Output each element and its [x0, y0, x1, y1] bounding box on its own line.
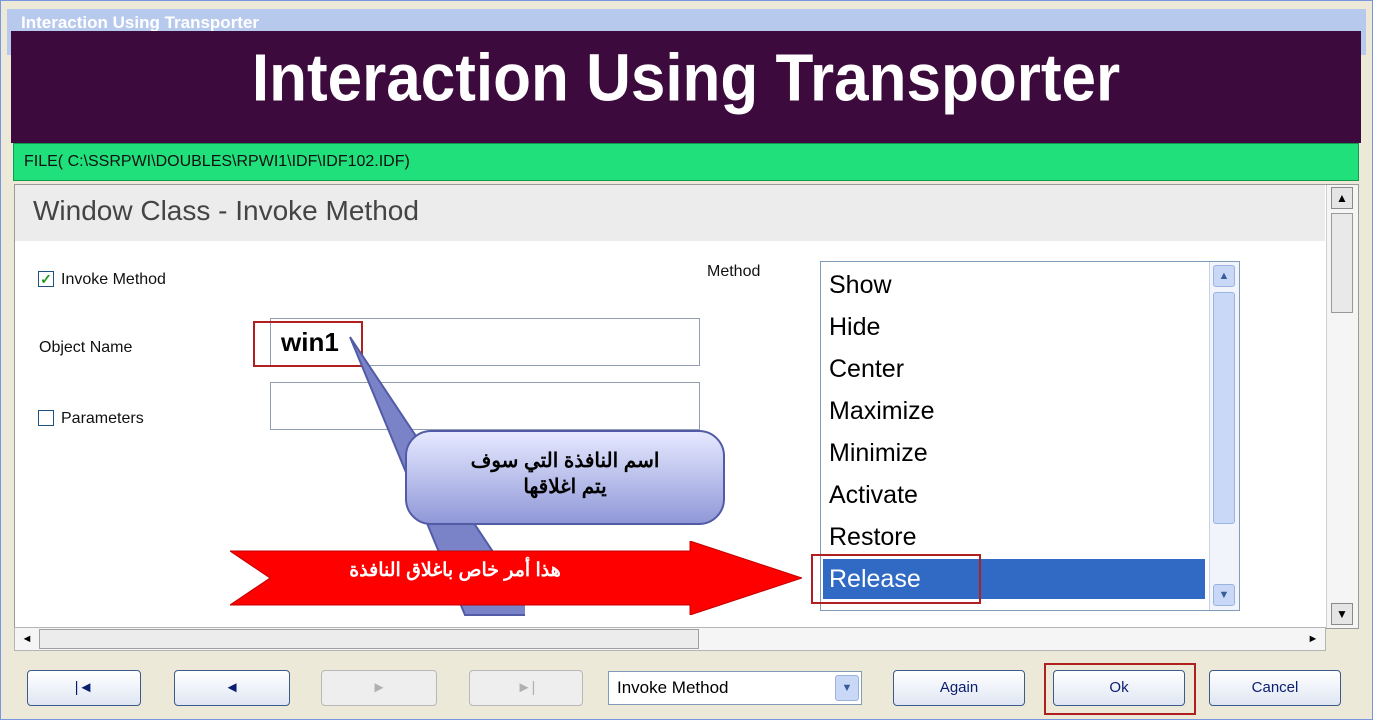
method-option-activate[interactable]: Activate [823, 475, 1205, 515]
parameters-label: Parameters [61, 410, 144, 427]
method-option-center[interactable]: Center [823, 349, 1205, 389]
method-label: Method [707, 263, 761, 280]
scroll-down-icon[interactable]: ▼ [1331, 603, 1353, 625]
callout-line-1: اسم النافذة التي سوف [470, 450, 660, 472]
panel-vertical-scrollbar[interactable]: ▲ ▼ [1326, 185, 1358, 628]
method-option-show[interactable]: Show [823, 265, 1205, 305]
next-icon: ► [371, 679, 387, 696]
method-option-restore[interactable]: Restore [823, 517, 1205, 557]
method-option-hide[interactable]: Hide [823, 307, 1205, 347]
app-window: Interaction Using Transporter Interactio… [0, 0, 1373, 720]
callout-line-2: يتم اغلاقها [523, 476, 607, 498]
red-arrow-label: هذا أمر خاص باغلاق النافذة [349, 560, 561, 581]
chevron-down-icon[interactable]: ▼ [835, 675, 859, 701]
previous-icon: ◄ [224, 679, 240, 696]
horizontal-scrollbar[interactable]: ◄ ► [14, 627, 1326, 651]
list-scroll-up-icon[interactable]: ▲ [1213, 265, 1235, 287]
first-record-button[interactable]: |◄ [27, 670, 141, 706]
list-scroll-down-icon[interactable]: ▼ [1213, 584, 1235, 606]
last-icon: ►| [516, 679, 536, 696]
method-option-maximize[interactable]: Maximize [823, 391, 1205, 431]
section-heading: Window Class - Invoke Method [15, 185, 1325, 241]
release-highlight [811, 554, 981, 604]
invoke-method-label: Invoke Method [61, 271, 166, 288]
ok-highlight [1044, 663, 1196, 715]
previous-record-button[interactable]: ◄ [174, 670, 290, 706]
again-button[interactable]: Again [893, 670, 1025, 706]
scroll-up-icon[interactable]: ▲ [1331, 187, 1353, 209]
first-icon: |◄ [74, 679, 94, 696]
invoke-method-checkbox[interactable]: ✓ [38, 271, 54, 287]
method-list-scrollbar[interactable]: ▲ ▼ [1209, 262, 1239, 610]
banner-title: Interaction Using Transporter [251, 41, 1121, 116]
callout-bubble: اسم النافذة التي سوف يتم اغلاقها [405, 430, 725, 525]
cancel-button[interactable]: Cancel [1209, 670, 1341, 706]
method-panel: Window Class - Invoke Method ✓ Invoke Me… [14, 184, 1359, 629]
file-path-bar: FILE( C:\SSRPWI\DOUBLES\RPWI1\IDF\IDF102… [13, 143, 1359, 181]
panel-scroll-thumb[interactable] [1331, 213, 1353, 313]
object-name-label: Object Name [39, 339, 133, 356]
banner: Interaction Using Transporter [11, 31, 1361, 143]
list-scroll-thumb[interactable] [1213, 292, 1235, 524]
next-record-button[interactable]: ► [321, 670, 437, 706]
scroll-right-icon[interactable]: ► [1303, 629, 1323, 649]
mode-dropdown-value: Invoke Method [617, 678, 729, 697]
horizontal-scroll-thumb[interactable] [39, 629, 699, 649]
last-record-button[interactable]: ►| [469, 670, 583, 706]
scroll-left-icon[interactable]: ◄ [17, 629, 37, 649]
method-option-minimize[interactable]: Minimize [823, 433, 1205, 473]
mode-dropdown[interactable]: Invoke Method ▼ [608, 671, 862, 705]
parameters-checkbox[interactable] [38, 410, 54, 426]
